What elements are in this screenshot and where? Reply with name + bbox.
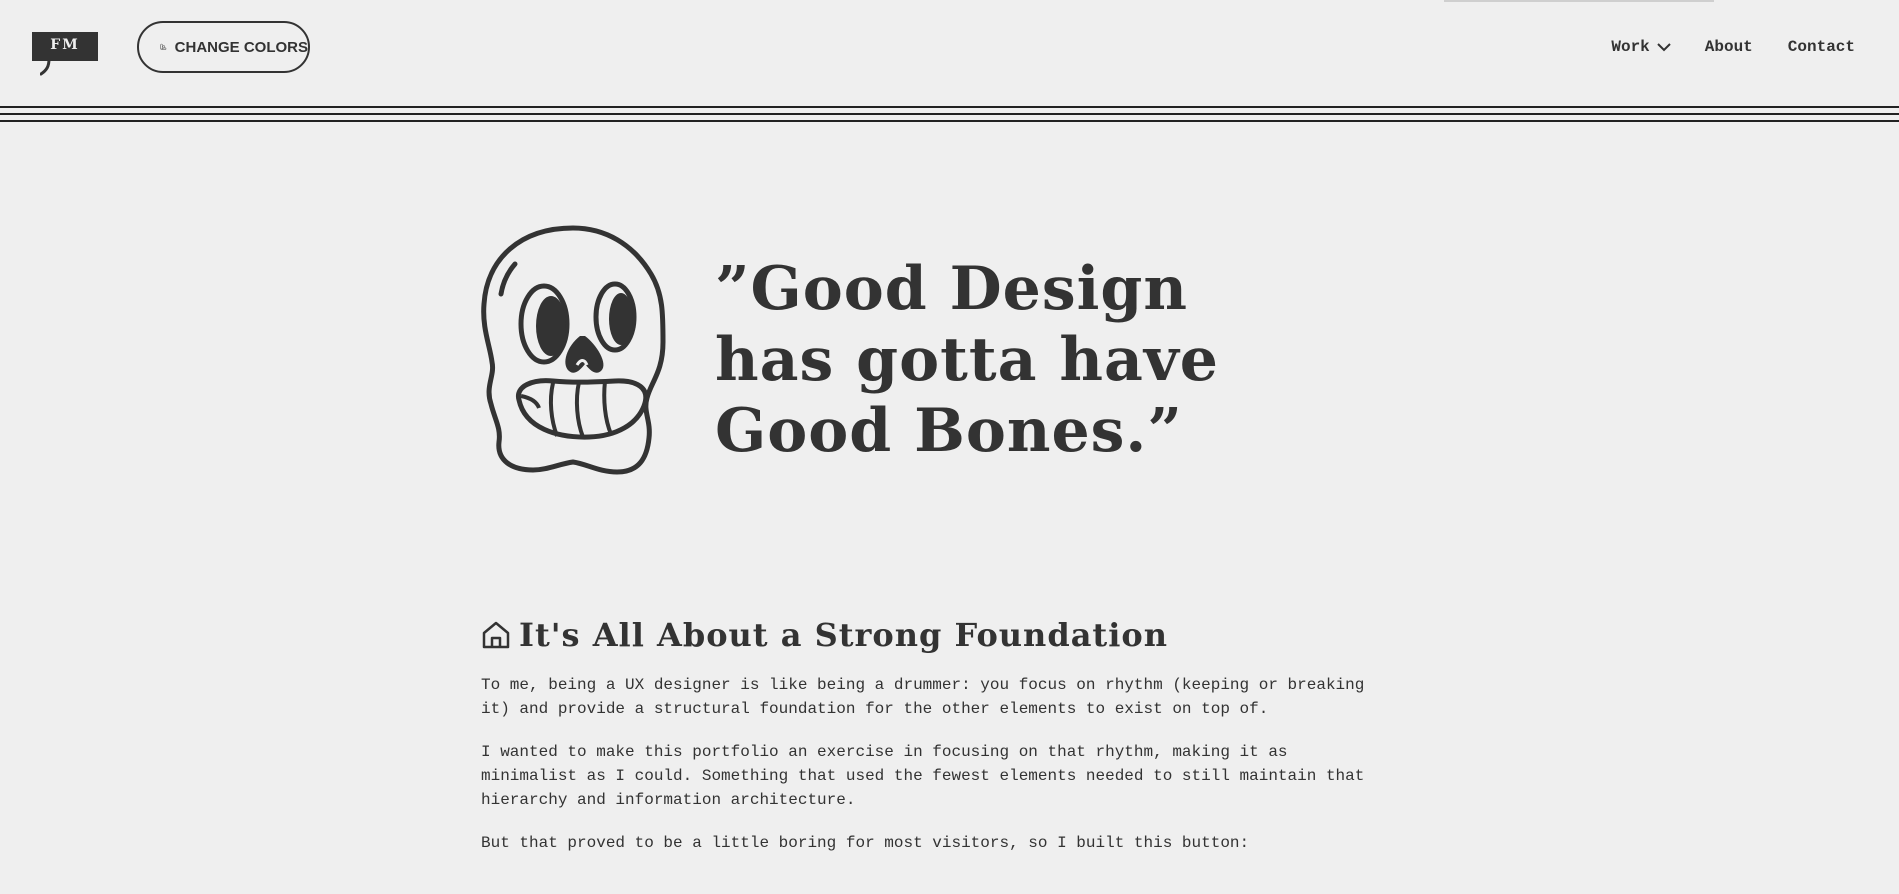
nav-about[interactable]: About (1705, 38, 1753, 56)
nav-work-label: Work (1611, 38, 1650, 56)
chevron-down-icon (1657, 43, 1671, 52)
nav-contact-label: Contact (1787, 38, 1855, 56)
logo-box: FM (32, 32, 98, 61)
change-colors-button[interactable]: CHANGE COLORS (137, 21, 310, 73)
paragraph-1: To me, being a UX designer is like being… (481, 676, 1365, 718)
paragraph-2: I wanted to make this portfolio an exerc… (481, 743, 1365, 809)
main-nav: Work About Contact (1611, 38, 1855, 56)
nav-contact[interactable]: Contact (1788, 38, 1855, 56)
hero-quote-section: ”Good Design has gotta have Good Bones.” (481, 224, 1401, 479)
header-rule-3 (0, 120, 1899, 122)
header-rule-1 (0, 106, 1899, 108)
swatch-icon (160, 43, 167, 50)
hero-quote: ”Good Design has gotta have Good Bones.” (715, 254, 1219, 466)
header-rule-2 (0, 113, 1899, 115)
home-icon (482, 621, 510, 649)
site-header: FM CHANGE COLORS Work About Contact (0, 0, 1899, 106)
change-colors-label: CHANGE COLORS (174, 38, 308, 56)
paragraph-3: But that proved to be a little boring fo… (481, 834, 1250, 852)
logo-text: FM (50, 37, 80, 53)
section-heading-row: It's All About a Strong Foundation (481, 615, 1381, 655)
fm-logo[interactable]: FM (32, 32, 98, 76)
about-section: It's All About a Strong Foundation To me… (481, 615, 1381, 855)
skull-icon (481, 225, 666, 475)
nav-work[interactable]: Work (1611, 38, 1671, 56)
speech-tail-icon (40, 59, 51, 76)
section-heading: It's All About a Strong Foundation (519, 616, 1168, 654)
nav-about-label: About (1704, 38, 1753, 56)
